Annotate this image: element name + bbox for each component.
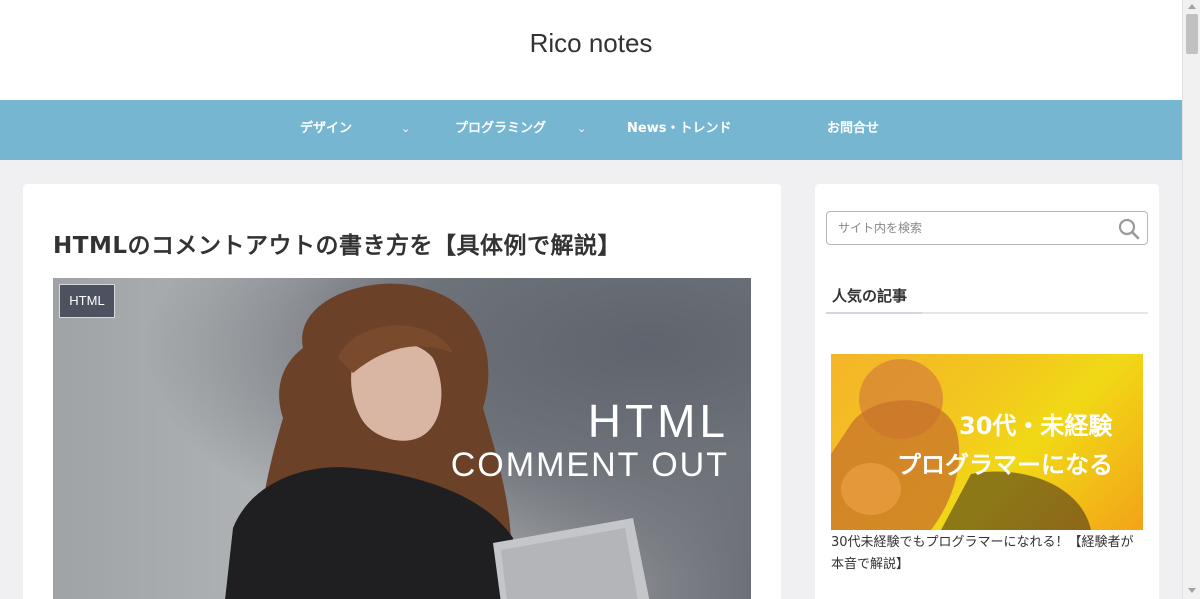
scrollbar[interactable] (1182, 0, 1200, 599)
search-button[interactable] (1117, 217, 1141, 241)
thumbnail-text-line1: 30代・未経験 (959, 412, 1113, 440)
article-card: HTMLのコメントアウトの書き方を【具体例で解説】 HTML HTML COMM… (23, 184, 781, 599)
hero-title-line1: HTML (587, 395, 729, 447)
scroll-down-arrow-icon[interactable] (1188, 588, 1196, 593)
heading-divider-accent (826, 312, 922, 314)
nav-item-news-trend[interactable]: News・トレンド (627, 100, 731, 160)
scroll-up-arrow-icon[interactable] (1188, 4, 1196, 9)
thumbnail-illustration (831, 359, 1091, 530)
chevron-down-icon[interactable]: ⌄ (577, 100, 586, 160)
chevron-down-icon[interactable]: ⌄ (401, 100, 410, 160)
hero-title-line2: COMMENT OUT (450, 446, 729, 484)
article-hero-image: HTML HTML COMMENT OUT (53, 278, 751, 599)
main-nav: デザイン ⌄ プログラミング ⌄ News・トレンド お問合せ (0, 100, 1182, 160)
search-input[interactable] (828, 213, 1108, 243)
article-title: HTMLのコメントアウトの書き方を【具体例で解説】 (53, 233, 621, 259)
search-form (826, 211, 1148, 245)
category-badge[interactable]: HTML (59, 284, 115, 318)
popular-article-title[interactable]: 30代未経験でもプログラマーになれる！【経験者が本音で解説】 (831, 532, 1143, 576)
scrollbar-thumb[interactable] (1186, 14, 1198, 54)
site-title[interactable]: Rico notes (0, 28, 1182, 59)
site-header: Rico notes (0, 0, 1182, 100)
nav-item-design[interactable]: デザイン (300, 100, 352, 160)
thumbnail-text-line2: プログラマーになる (897, 451, 1113, 479)
popular-articles-heading: 人気の記事 (832, 287, 908, 305)
popular-article-thumbnail[interactable]: 30代・未経験 プログラマーになる (831, 354, 1143, 530)
nav-item-programming[interactable]: プログラミング (455, 100, 546, 160)
sidebar: 人気の記事 30代・未経験 プログラマーになる 30代未経験でもプログラマーにな… (815, 184, 1159, 599)
nav-item-contact[interactable]: お問合せ (827, 100, 879, 160)
search-icon (1118, 218, 1140, 240)
